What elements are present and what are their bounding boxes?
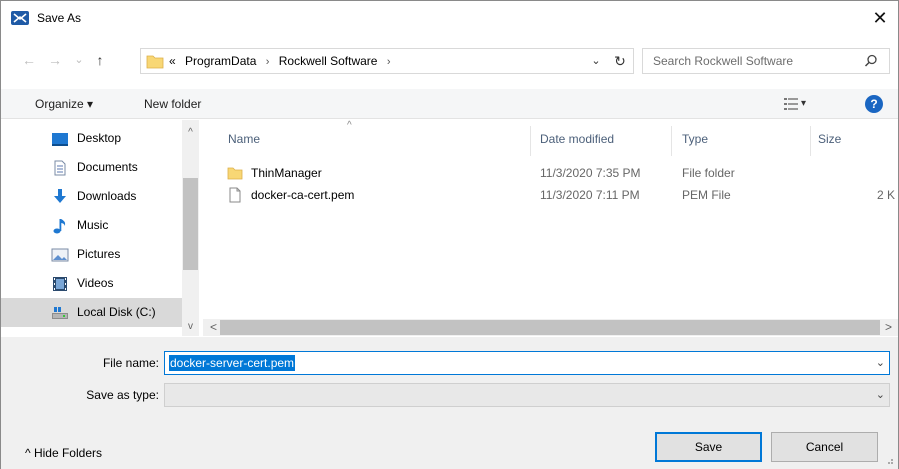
sidebar-item-label: Documents [77,160,138,174]
cancel-button[interactable]: Cancel [771,432,878,462]
file-date-modified: 11/3/2020 7:11 PM [540,188,640,202]
column-header-name[interactable]: ^ Name [203,120,536,162]
search-input[interactable]: Search Rockwell Software [642,48,890,74]
file-list: ^ Name Date modified Type Size ThinManag… [203,120,898,336]
breadcrumb-separator[interactable]: › [266,56,270,68]
sidebar-item-label: Desktop [77,131,122,145]
music-icon [53,219,66,234]
sidebar-item-music[interactable]: Music [1,211,182,240]
recent-locations-button[interactable]: ⌄ [69,49,89,71]
file-icon [229,187,241,203]
address-dropdown-button[interactable]: ⌄ [587,49,605,73]
breadcrumb: « ProgramData › Rockwell Software › [169,49,396,73]
column-header-size[interactable]: Size [816,120,898,162]
sidebar-item-label: Music [77,218,109,232]
file-name-label: File name: [102,356,159,370]
save-as-type-select[interactable]: ⌄ [164,383,890,407]
file-date-modified: 11/3/2020 7:35 PM [540,166,641,180]
view-options-dropdown[interactable]: ▾ [801,89,806,119]
resize-grip-icon[interactable] [884,455,894,465]
sidebar-item-videos[interactable]: Videos [1,269,182,298]
breadcrumb-programdata[interactable]: ProgramData [185,54,256,68]
navigation-pane: Desktop Documents Downloads Music Pictur… [1,120,201,336]
sidebar-item-label: Videos [77,276,114,290]
file-size: 2 K [877,188,896,202]
navigation-bar: ← → ⌄ ↑ « ProgramData › Rockwell Softwar… [1,45,898,75]
title-bar: Save As ✕ [1,1,898,35]
thinmanager-app-icon [11,11,29,25]
column-header-date-modified[interactable]: Date modified [536,120,676,162]
column-header-label: Type [682,132,709,146]
column-header-label: Date modified [540,132,615,146]
close-button[interactable]: ✕ [863,5,897,31]
file-name: docker-ca-cert.pem [251,188,355,202]
drive-icon [52,307,68,319]
back-button[interactable]: ← [19,49,39,71]
file-type: PEM File [682,188,731,202]
file-name-field[interactable]: docker-server-cert.pem ⌄ [164,351,890,375]
drive-icon [51,334,69,336]
scrollbar-thumb[interactable] [220,320,880,335]
save-as-type-dropdown-icon[interactable]: ⌄ [876,384,885,406]
sidebar-item-downloads[interactable]: Downloads [1,182,182,211]
save-as-type-label: Save as type: [86,388,159,402]
scrollbar-thumb[interactable] [183,178,198,270]
file-name: ThinManager [251,166,322,180]
sidebar-item-label: Downloads [77,189,137,203]
sidebar-item-local-disk-c[interactable]: Local Disk (C:) [1,298,182,327]
column-divider[interactable] [671,126,672,156]
change-view-icon[interactable] [784,97,798,111]
scroll-right-button[interactable]: > [880,319,897,336]
videos-icon [53,277,67,291]
column-divider[interactable] [810,126,811,156]
sidebar-item-documents[interactable]: Documents [1,153,182,182]
column-header-label: Name [228,132,261,146]
folder-icon [227,167,243,180]
new-folder-button[interactable]: New folder [144,89,201,119]
hide-folders-button[interactable]: ^ Hide Folders [25,446,102,460]
search-placeholder: Search Rockwell Software [653,54,794,68]
breadcrumb-rockwell-software[interactable]: Rockwell Software [279,54,378,68]
documents-icon [54,160,66,176]
save-options-panel: File name: docker-server-cert.pem ⌄ Save… [1,337,898,469]
window-title: Save As [37,11,82,25]
sort-ascending-icon: ^ [347,120,352,131]
command-toolbar: Organize ▾ New folder ▾ ? [1,89,898,119]
save-as-dialog: Save As ✕ ← → ⌄ ↑ « ProgramData › Rockwe… [0,0,899,469]
navigation-pane-scrollbar[interactable]: ^ v [182,120,199,336]
sidebar-item-label: Pictures [77,247,121,261]
sidebar-item-data-d[interactable]: Data (D:) [1,327,182,336]
sidebar-item-label: Data (D:) [77,327,126,336]
address-bar[interactable]: « ProgramData › Rockwell Software › ⌄ ↻ [140,48,634,74]
downloads-icon [54,189,66,203]
file-row-docker-ca-cert[interactable]: docker-ca-cert.pem 11/3/2020 7:11 PM PEM… [203,184,898,206]
column-divider[interactable] [530,126,531,156]
up-folder-button[interactable]: ↑ [90,49,110,71]
forward-button[interactable]: → [45,49,65,71]
sidebar-item-pictures[interactable]: Pictures [1,240,182,269]
folder-icon [146,55,164,69]
file-list-horizontal-scrollbar[interactable]: < > [203,319,898,336]
sidebar-item-label: Local Disk (C:) [77,305,156,319]
organize-menu[interactable]: Organize ▾ [35,89,93,119]
sidebar-item-desktop[interactable]: Desktop [1,124,182,153]
search-icon[interactable] [863,53,879,69]
scroll-up-button[interactable]: ^ [182,124,199,141]
help-icon[interactable]: ? [865,95,883,113]
file-name-value[interactable]: docker-server-cert.pem [169,355,296,371]
breadcrumb-overflow[interactable]: « [169,54,176,68]
column-header-label: Size [818,132,842,146]
pictures-icon [51,248,69,262]
file-name-dropdown-icon[interactable]: ⌄ [876,352,885,374]
refresh-button[interactable]: ↻ [609,49,631,73]
breadcrumb-separator[interactable]: › [387,56,391,68]
save-button[interactable]: Save [655,432,762,462]
file-type: File folder [682,166,735,180]
file-row-thinmanager[interactable]: ThinManager 11/3/2020 7:35 PM File folde… [203,162,898,184]
column-header-type[interactable]: Type [676,120,816,162]
scroll-down-button[interactable]: v [182,318,199,335]
desktop-icon [52,133,68,146]
